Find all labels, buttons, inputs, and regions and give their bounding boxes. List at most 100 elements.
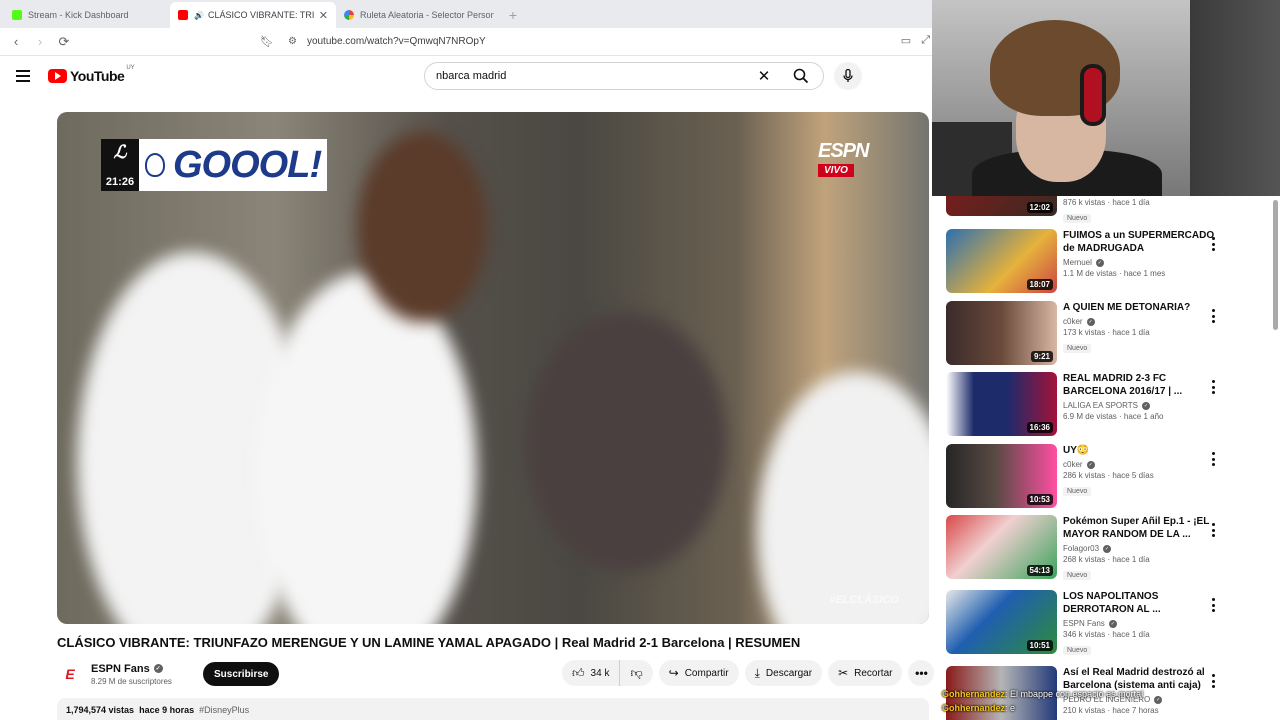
description-box[interactable]: 1,794,574 vistas hace 9 horas #DisneyPlu…	[57, 698, 929, 720]
recommendation-item[interactable]: 9:21 A QUIEN ME DETONARIA? c0ker ✓ 173 k …	[946, 301, 1256, 367]
site-info-icon[interactable]: ⚙	[288, 36, 297, 47]
recommendation-item[interactable]: 12:02 876 k vistas · hace 1 día Nuevo	[946, 196, 1256, 223]
youtube-wordmark: YouTube	[70, 68, 125, 84]
clip-label: Recortar	[854, 667, 893, 679]
video-thumbnail[interactable]: 10:51	[946, 590, 1057, 654]
clip-button[interactable]: ✂ Recortar	[828, 660, 903, 686]
close-tab-icon[interactable]: ✕	[319, 9, 328, 22]
recommendation-channel[interactable]: LALIGA EA SPORTS ✓	[1063, 401, 1223, 410]
espn-live-bug: ESPN VIVO	[818, 141, 884, 178]
url-field[interactable]: 🔖︎ ⚙ youtube.com/watch?v=QmwqN7NROpY	[260, 35, 486, 48]
recommendation-channel[interactable]: ESPN Fans ✓	[1063, 619, 1223, 628]
recommendation-item[interactable]: 10:51 LOS NAPOLITANOS DERROTARON AL ... …	[946, 590, 1256, 656]
video-title: CLÁSICO VIBRANTE: TRIUNFAZO MERENGUE Y U…	[57, 635, 801, 650]
kick-favicon-icon	[12, 10, 22, 20]
chat-message: Gohhernandez: e	[942, 701, 1280, 715]
more-vertical-icon[interactable]	[1208, 237, 1218, 251]
recommendation-info: UY😳 c0ker ✓ 286 k vistas · hace 5 días Nu…	[1063, 444, 1223, 498]
more-vertical-icon[interactable]	[1208, 380, 1218, 394]
recommendation-item[interactable]: 10:53 UY😳 c0ker ✓ 286 k vistas · hace 5 d…	[946, 444, 1256, 510]
recommendation-item[interactable]: 16:36 REAL MADRID 2-3 FC BARCELONA 2016/…	[946, 372, 1256, 438]
recommendation-title[interactable]: LOS NAPOLITANOS DERROTARON AL ...	[1063, 590, 1223, 616]
chat-username: Gohhernandez	[942, 703, 1006, 713]
video-thumbnail[interactable]: 10:53	[946, 444, 1057, 508]
search-button[interactable]	[779, 62, 823, 90]
recommendation-title[interactable]: UY😳	[1063, 444, 1223, 457]
recommendation-title[interactable]: FUIMOS a un SUPERMERCADO de MADRUGADA	[1063, 229, 1223, 255]
recommendation-channel[interactable]: Mernuel ✓	[1063, 258, 1223, 267]
view-count: 1,794,574 vistas	[66, 705, 135, 715]
like-count: 34 k	[590, 667, 610, 679]
subscribe-button[interactable]: Suscribirse	[203, 662, 280, 686]
hashtag[interactable]: #DisneyPlus	[199, 705, 249, 715]
chat-username: Gohhernandez	[942, 689, 1006, 699]
speaker-icon[interactable]: 🔊	[194, 11, 204, 20]
tab-youtube-video[interactable]: 🔊 CLÁSICO VIBRANTE: TRIUNFAZO ✕	[170, 2, 336, 28]
extension-icon[interactable]: ⤢	[921, 34, 930, 47]
search-input[interactable]: nbarca madrid	[425, 70, 749, 82]
voice-search-button[interactable]	[834, 62, 862, 90]
recommendation-info: Pokémon Super Añil Ep.1 - ¡EL MAYOR RAND…	[1063, 515, 1223, 582]
download-button[interactable]: ⤓ Descargar	[744, 660, 823, 686]
share-label: Compartir	[684, 667, 729, 679]
video-duration: 12:02	[1026, 202, 1053, 213]
webcam-background-door	[1190, 0, 1280, 196]
recommendation-item[interactable]: 54:13 Pokémon Super Añil Ep.1 - ¡EL MAYO…	[946, 515, 1256, 581]
new-tab-button[interactable]: +	[502, 2, 524, 28]
download-icon: ⤓	[754, 665, 760, 680]
channel-avatar[interactable]: E	[57, 661, 83, 687]
recommendation-channel[interactable]: Folagor03 ✓	[1063, 544, 1223, 553]
youtube-logo[interactable]: YouTube UY	[48, 65, 135, 84]
video-thumbnail[interactable]: 9:21	[946, 301, 1057, 365]
video-player[interactable]: ℒ 21:26 GOOOL! ESPN VIVO #ELCLÁSICO	[57, 112, 929, 624]
verified-icon: ✓	[1086, 317, 1095, 326]
clear-search-icon[interactable]: ✕	[749, 67, 779, 85]
more-vertical-icon[interactable]	[1208, 309, 1218, 323]
verified-icon: ✓	[153, 664, 163, 673]
headphones-icon	[1080, 64, 1106, 126]
recommendation-meta: 173 k vistas · hace 1 día	[1063, 328, 1150, 337]
more-vertical-icon[interactable]	[1208, 598, 1218, 612]
dislike-button[interactable]: 👎︎	[620, 660, 652, 686]
tab-title: Stream - Kick Dashboard	[28, 10, 129, 20]
like-button[interactable]: 👍︎ 34 k	[562, 660, 621, 686]
more-actions-button[interactable]: •••	[908, 660, 935, 686]
share-button[interactable]: ↪ Compartir	[658, 660, 739, 686]
new-badge: Nuevo	[1063, 344, 1092, 353]
more-vertical-icon[interactable]	[1208, 674, 1218, 688]
bookmark-icon[interactable]: 🔖︎	[260, 35, 274, 48]
video-thumbnail[interactable]: 16:36	[946, 372, 1057, 436]
youtube-masthead: YouTube UY nbarca madrid ✕	[0, 56, 932, 100]
tab-kick-dashboard[interactable]: Stream - Kick Dashboard	[4, 2, 170, 28]
recommendation-channel[interactable]: c0ker ✓	[1063, 317, 1223, 326]
sidebar-scrollbar[interactable]	[1273, 200, 1278, 330]
recommendation-channel[interactable]: c0ker ✓	[1063, 460, 1223, 469]
video-thumbnail[interactable]: 12:02	[946, 196, 1057, 216]
menu-icon[interactable]	[16, 70, 30, 82]
recommendation-info: A QUIEN ME DETONARIA? c0ker ✓ 173 k vista…	[1063, 301, 1223, 355]
goal-banner: GOOOL!	[139, 139, 328, 191]
cast-icon[interactable]: ▭	[901, 34, 911, 47]
reload-button[interactable]: ⟳	[54, 32, 74, 52]
back-button[interactable]: ‹	[6, 32, 26, 52]
channel-name-text: c0ker	[1063, 317, 1083, 326]
channel-name-text: ESPN Fans	[91, 662, 150, 675]
tab-ruleta[interactable]: Ruleta Aleatoria - Selector Personaliz	[336, 2, 502, 28]
new-badge: Nuevo	[1063, 646, 1092, 655]
recommendation-item[interactable]: 18:07 FUIMOS a un SUPERMERCADO de MADRUG…	[946, 229, 1256, 295]
more-vertical-icon[interactable]	[1208, 452, 1218, 466]
video-thumbnail[interactable]: 54:13	[946, 515, 1057, 579]
channel-name-text: ESPN Fans	[1063, 619, 1105, 628]
recommendation-title[interactable]: Pokémon Super Añil Ep.1 - ¡EL MAYOR RAND…	[1063, 515, 1223, 541]
video-thumbnail[interactable]: 18:07	[946, 229, 1057, 293]
channel-name[interactable]: ESPN Fans ✓	[91, 663, 183, 675]
more-vertical-icon[interactable]	[1208, 523, 1218, 537]
thumbs-down-icon: 👎︎	[630, 665, 643, 680]
chat-message: Gohhernandez: El mbappe con espacio es m…	[942, 687, 1280, 701]
browser-tab-bar: Stream - Kick Dashboard 🔊 CLÁSICO VIBRAN…	[0, 0, 932, 28]
forward-button[interactable]: ›	[30, 32, 50, 52]
recommendation-title[interactable]: A QUIEN ME DETONARIA?	[1063, 301, 1223, 314]
recommendation-title[interactable]: REAL MADRID 2-3 FC BARCELONA 2016/17 | .…	[1063, 372, 1223, 398]
new-badge: Nuevo	[1063, 487, 1092, 496]
verified-icon: ✓	[1108, 619, 1117, 628]
